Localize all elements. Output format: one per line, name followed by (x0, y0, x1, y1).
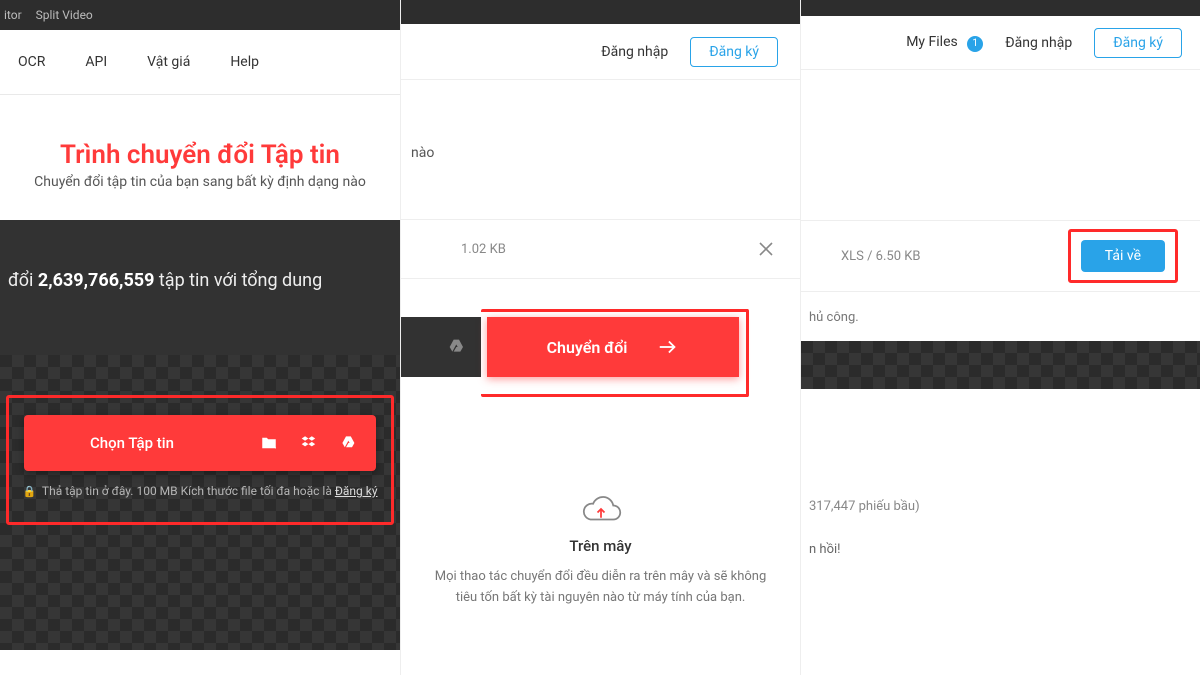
main-menu: OCR API Vật giá Help (0, 30, 400, 95)
convert-button-label: Chuyển đổi (547, 338, 628, 357)
login-link[interactable]: Đăng nhập (1005, 35, 1072, 51)
text-fragment: nào (401, 80, 800, 161)
hero: Trình chuyển đổi Tập tin Chuyển đổi tập … (0, 95, 400, 190)
file-card: 1.02 KB (401, 219, 800, 279)
highlight-frame: Tải về (1068, 229, 1178, 283)
result-row: XLS / 6.50 KB Tải về (801, 220, 1200, 292)
browse-files-icon[interactable] (260, 434, 278, 452)
files-count-badge: 1 (967, 36, 983, 52)
auth-bar: Đăng nhập Đăng ký (401, 24, 800, 80)
dropbox-icon[interactable] (300, 434, 318, 452)
cloud-upload-icon (580, 495, 622, 527)
checker-strip (801, 341, 1200, 389)
header-bar: My Files 1 Đăng nhập Đăng ký (801, 16, 1200, 70)
stats-text: đổi 2,639,766,559 tập tin với tổng dung (0, 220, 400, 291)
my-files-link[interactable]: My Files 1 (906, 34, 983, 52)
text-fragment: hủ công. (801, 292, 1200, 325)
google-drive-icon[interactable] (340, 434, 358, 452)
register-button[interactable]: Đăng ký (690, 37, 778, 67)
result-meta: XLS / 6.50 KB (841, 249, 921, 264)
topbar-link-split-video[interactable]: Split Video (36, 8, 93, 22)
login-link[interactable]: Đăng nhập (601, 44, 668, 60)
panel-step1: itor Split Video OCR API Vật giá Help Tr… (0, 0, 400, 675)
votes-text: 317,447 phiếu bầu) (801, 389, 1200, 514)
choose-file-button-group: Chọn Tập tin (24, 415, 376, 471)
cloud-title: Trên mây (431, 537, 770, 555)
register-button[interactable]: Đăng ký (1094, 28, 1182, 58)
file-size: 1.02 KB (461, 242, 506, 257)
top-strip (401, 0, 800, 24)
text-fragment: n hồi! (801, 514, 1200, 557)
menu-item-ocr[interactable]: OCR (18, 54, 45, 70)
menu-item-help[interactable]: Help (230, 54, 259, 70)
source-strip (401, 317, 481, 377)
top-strip (801, 0, 1200, 16)
download-button[interactable]: Tải về (1081, 240, 1165, 272)
google-drive-icon[interactable] (447, 337, 467, 357)
remove-file-button[interactable] (758, 241, 774, 257)
convert-button[interactable]: Chuyển đổi (487, 317, 739, 377)
drop-hint: 🔒 Thả tập tin ở đây. 100 MB Kích thước f… (0, 484, 400, 498)
upload-area: đổi 2,639,766,559 tập tin với tổng dung … (0, 220, 400, 650)
panel-step2: Đăng nhập Đăng ký nào 1.02 KB Chuyển đổi (400, 0, 800, 675)
arrow-right-icon (657, 336, 679, 358)
cloud-info: Trên mây Mọi thao tác chuyển đổi đều diễ… (401, 495, 800, 609)
hero-subtitle: Chuyển đổi tập tin của bạn sang bất kỳ đ… (0, 174, 400, 190)
signup-link[interactable]: Đăng ký (335, 484, 378, 498)
panel-step3: My Files 1 Đăng nhập Đăng ký XLS / 6.50 … (800, 0, 1200, 675)
choose-file-button[interactable]: Chọn Tập tin (24, 434, 260, 452)
menu-item-api[interactable]: API (85, 54, 107, 70)
stats-number: 2,639,766,559 (38, 270, 155, 291)
cloud-description: Mọi thao tác chuyển đổi đều diễn ra trên… (431, 567, 770, 609)
topbar-link-editor[interactable]: itor (4, 8, 22, 22)
hero-title: Trình chuyển đổi Tập tin (0, 140, 400, 170)
lock-icon: 🔒 (22, 485, 36, 498)
menu-item-pricing[interactable]: Vật giá (147, 54, 190, 70)
top-bar: itor Split Video (0, 0, 400, 30)
